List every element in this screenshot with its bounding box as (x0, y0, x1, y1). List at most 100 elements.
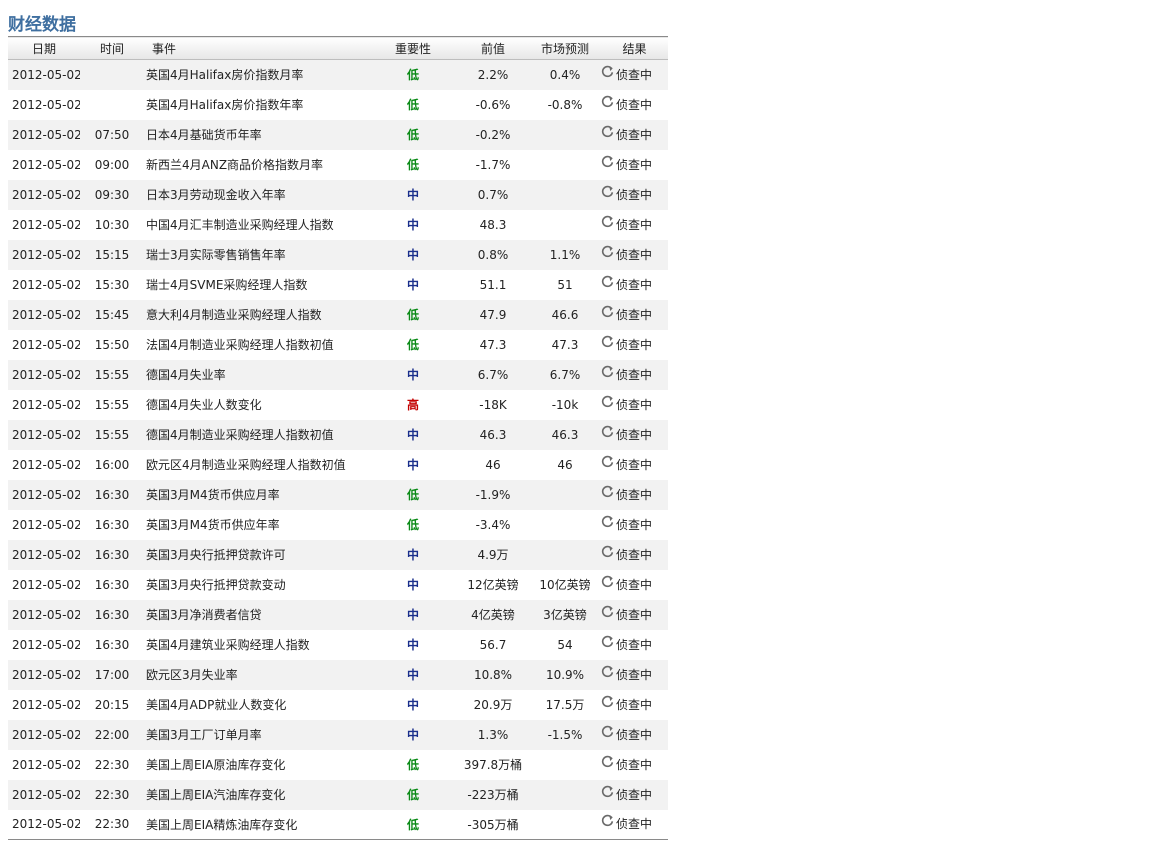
cell-forecast: 0.4% (549, 67, 581, 82)
cell-forecast: 46.3 (551, 427, 579, 442)
column-header-date: 日期 (31, 41, 56, 56)
cell-result: 侦查中 (601, 690, 668, 720)
cell-previous: 4亿英镑 (471, 608, 515, 622)
cell-result: 侦查中 (601, 330, 668, 360)
refresh-icon[interactable] (601, 215, 614, 228)
cell-time: 17:00 (94, 667, 130, 682)
cell-result: 侦查中 (601, 570, 668, 600)
refresh-icon[interactable] (601, 725, 614, 738)
result-label: 侦查中 (616, 337, 653, 352)
refresh-icon[interactable] (601, 665, 614, 678)
refresh-icon[interactable] (601, 814, 614, 827)
refresh-icon[interactable] (601, 305, 614, 318)
cell-previous: -3.4% (475, 517, 511, 532)
refresh-icon[interactable] (601, 455, 614, 468)
cell-result: 侦查中 (601, 180, 668, 210)
importance-badge: 中 (406, 608, 419, 622)
importance-badge: 中 (406, 548, 419, 562)
cell-event: 美国上周EIA精炼油库存变化 (146, 817, 298, 832)
cell-date: 2012-05-02 (12, 247, 80, 262)
refresh-icon[interactable] (601, 635, 614, 648)
result-label: 侦查中 (616, 427, 653, 442)
cell-result: 侦查中 (601, 240, 668, 270)
cell-result: 侦查中 (601, 750, 668, 780)
table-row: 2012-05-02 英国4月Halifax房价指数月率 低 2.2% 0.4% 侦查中 (8, 59, 668, 90)
column-header-result: 结果 (622, 41, 647, 56)
table-row: 2012-05-02 英国4月Halifax房价指数年率 低 -0.6% -0.8% 侦查… (8, 89, 668, 120)
refresh-icon[interactable] (601, 485, 614, 498)
cell-time: 10:30 (94, 217, 130, 232)
refresh-icon[interactable] (601, 185, 614, 198)
refresh-icon[interactable] (601, 275, 614, 288)
refresh-icon[interactable] (601, 335, 614, 348)
refresh-icon[interactable] (601, 755, 614, 768)
cell-event: 英国3月M4货币供应年率 (146, 518, 280, 532)
cell-event: 德国4月制造业采购经理人指数初值 (146, 428, 334, 442)
importance-badge: 中 (406, 728, 419, 742)
cell-previous: 46.3 (479, 427, 507, 442)
cell-result: 侦查中 (601, 660, 668, 690)
cell-previous: 56.7 (479, 637, 507, 652)
table-row: 2012-05-02 15:55 德国4月制造业采购经理人指数初值 中 46.3 46.3… (8, 419, 668, 450)
table-row: 2012-05-02 16:30 英国3月M4货币供应年率 低 -3.4% 侦查中 (8, 509, 668, 540)
cell-date: 2012-05-02 (12, 127, 80, 142)
column-header-event: 事件 (152, 41, 177, 56)
refresh-icon[interactable] (601, 95, 614, 108)
refresh-icon[interactable] (601, 155, 614, 168)
cell-forecast (529, 120, 601, 150)
cell-importance: 中 (369, 240, 457, 270)
cell-importance: 中 (369, 540, 457, 570)
column-header-time: 时间 (99, 41, 124, 56)
cell-time: 22:30 (94, 787, 130, 802)
cell-importance: 中 (369, 420, 457, 450)
cell-previous: -0.2% (475, 127, 511, 142)
refresh-icon[interactable] (601, 125, 614, 138)
result-label: 侦查中 (616, 667, 653, 682)
refresh-icon[interactable] (601, 545, 614, 558)
result-label: 侦查中 (616, 217, 653, 232)
cell-date: 2012-05-02 (12, 307, 80, 322)
result-label: 侦查中 (616, 247, 653, 262)
cell-previous: -223万桶 (467, 788, 519, 802)
refresh-icon[interactable] (601, 395, 614, 408)
cell-forecast: 17.5万 (545, 698, 585, 712)
refresh-icon[interactable] (601, 515, 614, 528)
cell-date: 2012-05-02 (12, 787, 80, 802)
refresh-icon[interactable] (601, 65, 614, 78)
cell-forecast (529, 750, 601, 780)
cell-time: 15:45 (94, 307, 130, 322)
cell-date: 2012-05-02 (12, 157, 80, 172)
cell-importance: 低 (369, 510, 457, 540)
cell-date: 2012-05-02 (12, 517, 80, 532)
result-label: 侦查中 (616, 67, 653, 82)
refresh-icon[interactable] (601, 605, 614, 618)
cell-time: 15:30 (94, 277, 130, 292)
cell-time: 22:00 (94, 727, 130, 742)
cell-previous: -1.7% (475, 157, 511, 172)
cell-previous: 0.7% (477, 187, 509, 202)
cell-forecast: -0.8% (547, 97, 583, 112)
cell-date: 2012-05-02 (12, 487, 80, 502)
cell-event: 意大利4月制造业采购经理人指数 (146, 308, 322, 322)
cell-importance: 中 (369, 630, 457, 660)
cell-result: 侦查中 (601, 120, 668, 150)
refresh-icon[interactable] (601, 785, 614, 798)
cell-previous: 46 (485, 457, 501, 472)
refresh-icon[interactable] (601, 695, 614, 708)
cell-result: 侦查中 (601, 540, 668, 570)
cell-previous: 51.1 (479, 277, 507, 292)
cell-importance: 低 (369, 300, 457, 330)
refresh-icon[interactable] (601, 425, 614, 438)
refresh-icon[interactable] (601, 575, 614, 588)
table-row: 2012-05-02 22:00 美国3月工厂订单月率 中 1.3% -1.5% 侦查中 (8, 719, 668, 750)
cell-forecast (529, 510, 601, 540)
refresh-icon[interactable] (601, 365, 614, 378)
cell-previous: 2.2% (477, 67, 509, 82)
cell-event: 德国4月失业人数变化 (146, 398, 262, 412)
refresh-icon[interactable] (601, 245, 614, 258)
cell-importance: 低 (369, 810, 457, 840)
cell-time: 16:00 (94, 457, 130, 472)
cell-event: 新西兰4月ANZ商品价格指数月率 (146, 158, 324, 172)
table-row: 2012-05-02 09:30 日本3月劳动现金收入年率 中 0.7% 侦查中 (8, 179, 668, 210)
cell-previous: 10.8% (473, 667, 513, 682)
